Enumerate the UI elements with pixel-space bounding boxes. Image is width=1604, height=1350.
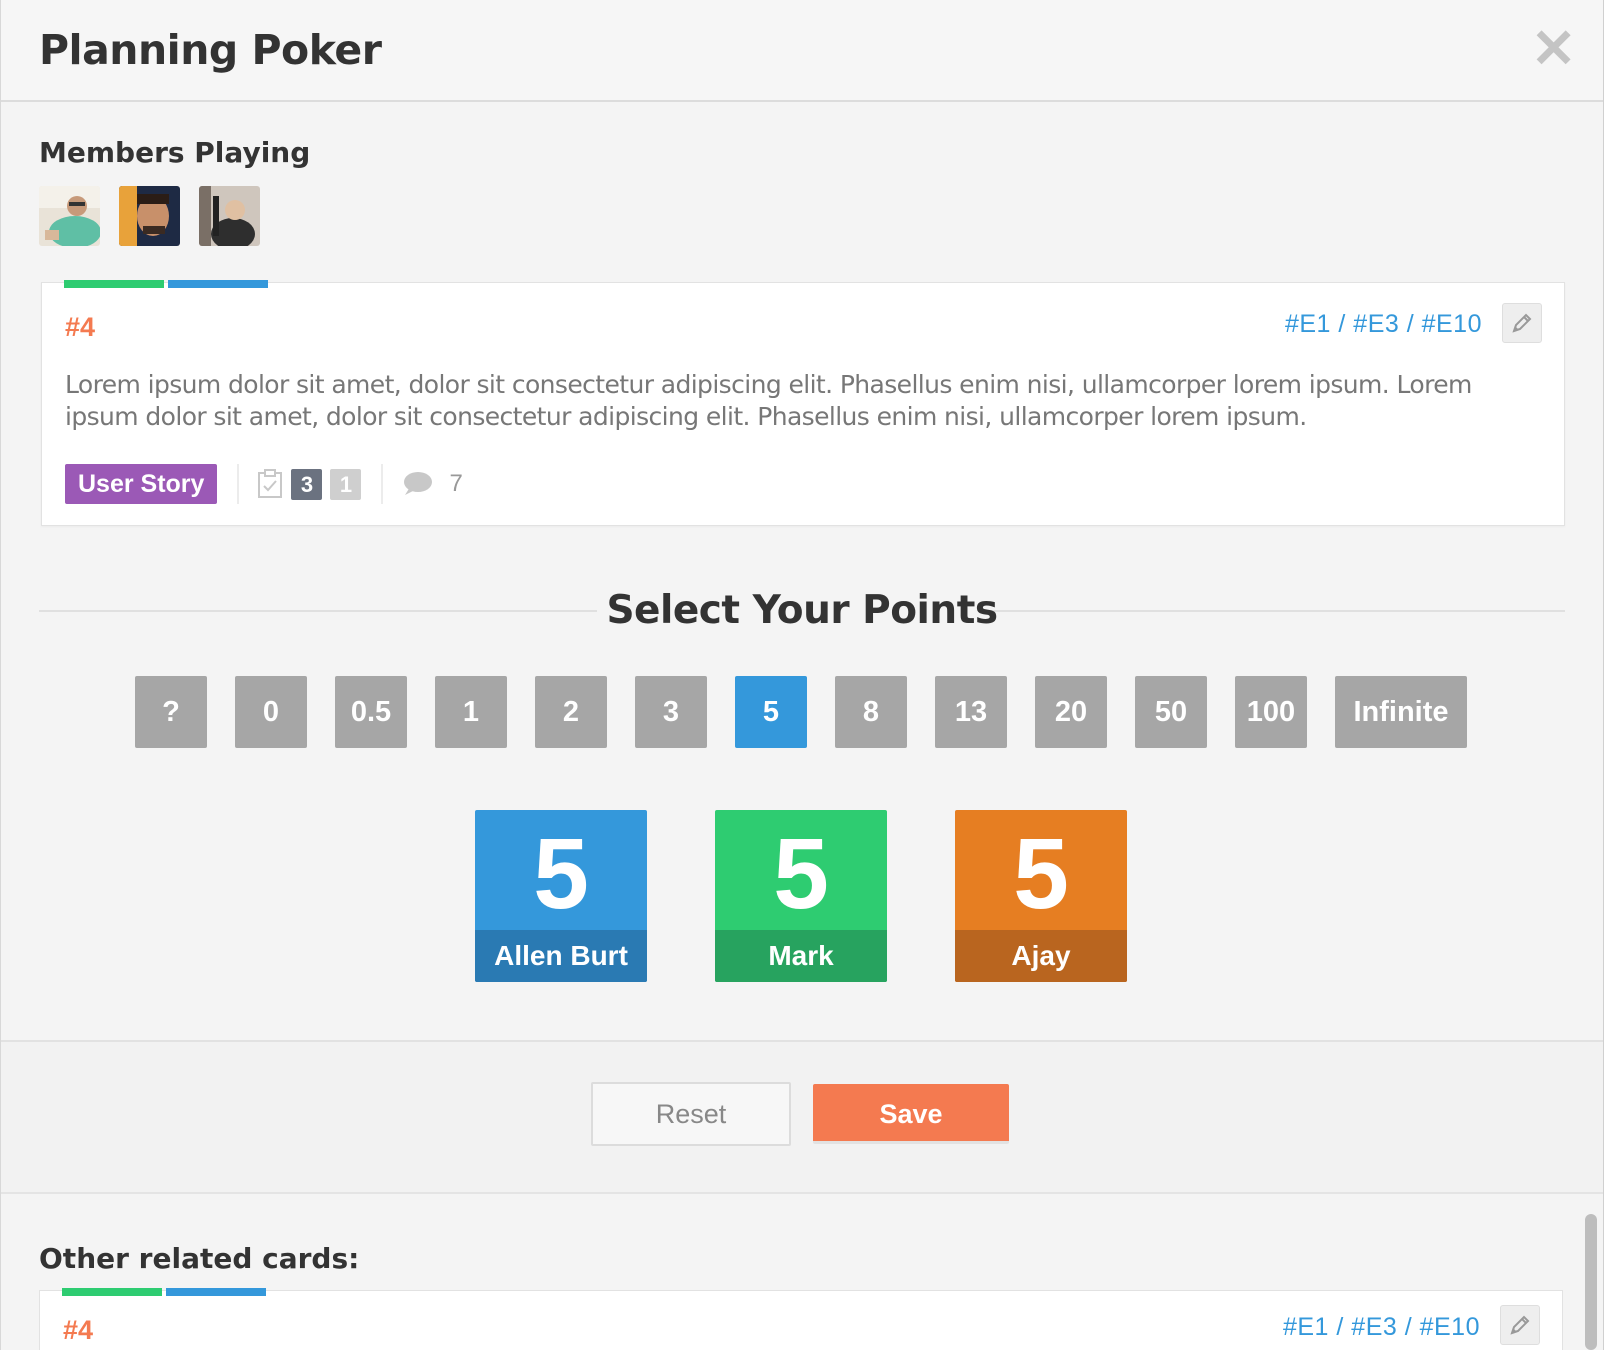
point-option[interactable]: 8 bbox=[835, 676, 907, 748]
members-playing-label: Members Playing bbox=[39, 136, 311, 169]
epic-links[interactable]: #E1 / #E3 / #E10 bbox=[1283, 1313, 1480, 1342]
point-option[interactable]: ? bbox=[135, 676, 207, 748]
point-option-selected[interactable]: 5 bbox=[735, 676, 807, 748]
card-id[interactable]: #4 bbox=[65, 312, 95, 343]
point-option[interactable]: 50 bbox=[1135, 676, 1207, 748]
divider bbox=[381, 464, 384, 504]
point-option[interactable]: 0 bbox=[235, 676, 307, 748]
epic-links[interactable]: #E1 / #E3 / #E10 bbox=[1285, 310, 1482, 339]
point-option[interactable]: 20 bbox=[1035, 676, 1107, 748]
edit-button[interactable] bbox=[1500, 1305, 1540, 1345]
point-option[interactable]: 13 bbox=[935, 676, 1007, 748]
vote-value: 5 bbox=[533, 818, 589, 930]
divider bbox=[237, 464, 240, 504]
divider bbox=[1, 1192, 1603, 1194]
voter-name: Ajay bbox=[955, 930, 1127, 982]
related-cards-label: Other related cards: bbox=[39, 1242, 360, 1275]
vote-card: 5 Mark bbox=[715, 810, 887, 982]
card-type-tag[interactable]: User Story bbox=[65, 464, 218, 504]
scrollbar-thumb[interactable] bbox=[1585, 1214, 1597, 1350]
member-avatars bbox=[39, 186, 260, 246]
avatar[interactable] bbox=[39, 186, 100, 246]
point-option[interactable]: 0.5 bbox=[335, 676, 407, 748]
voter-name: Allen Burt bbox=[475, 930, 647, 982]
vote-card: 5 Ajay bbox=[955, 810, 1127, 982]
close-icon[interactable]: ✕ bbox=[1531, 22, 1576, 76]
select-points-header: Select Your Points bbox=[39, 588, 1565, 633]
modal-title: Planning Poker bbox=[39, 26, 382, 74]
edit-button[interactable] bbox=[1502, 303, 1542, 343]
pencil-icon bbox=[1510, 1315, 1530, 1335]
avatar[interactable] bbox=[199, 186, 260, 246]
card-footer: User Story 3 1 7 bbox=[65, 464, 463, 504]
related-card[interactable]: #4 #E1 / #E3 / #E10 bbox=[39, 1288, 1563, 1350]
comment-icon bbox=[404, 472, 433, 495]
label-bar-green bbox=[62, 1288, 162, 1296]
story-card[interactable]: #4 #E1 / #E3 / #E10 Lorem ipsum dolor si… bbox=[41, 280, 1565, 526]
vote-card: 5 Allen Burt bbox=[475, 810, 647, 982]
point-option[interactable]: 2 bbox=[535, 676, 607, 748]
checklist-icon bbox=[258, 469, 283, 498]
comment-count: 7 bbox=[449, 470, 463, 497]
select-points-title: Select Your Points bbox=[606, 588, 998, 633]
point-option[interactable]: 100 bbox=[1235, 676, 1307, 748]
point-option[interactable]: 1 bbox=[435, 676, 507, 748]
vote-value: 5 bbox=[773, 818, 829, 930]
card-description: Lorem ipsum dolor sit amet, dolor sit co… bbox=[65, 370, 1472, 431]
card-id[interactable]: #4 bbox=[63, 1315, 93, 1346]
label-bar-blue bbox=[166, 1288, 266, 1296]
voter-name: Mark bbox=[715, 930, 887, 982]
point-option[interactable]: 3 bbox=[635, 676, 707, 748]
modal-header: Planning Poker ✕ bbox=[1, 0, 1603, 102]
tasks-open-badge: 1 bbox=[330, 468, 362, 500]
label-bar-blue bbox=[168, 280, 268, 288]
vote-value: 5 bbox=[1013, 818, 1069, 930]
planning-poker-modal: Planning Poker ✕ Members Playing #4 #E1 … bbox=[0, 0, 1604, 1350]
reset-button[interactable]: Reset bbox=[591, 1082, 791, 1146]
pencil-icon bbox=[1512, 313, 1532, 333]
save-button[interactable]: Save bbox=[813, 1084, 1009, 1144]
tasks-done-badge: 3 bbox=[291, 468, 323, 500]
avatar[interactable] bbox=[119, 186, 180, 246]
label-bar-green bbox=[64, 280, 164, 288]
point-option[interactable]: Infinite bbox=[1335, 676, 1467, 748]
actions-bar: Reset Save bbox=[1, 1042, 1603, 1192]
